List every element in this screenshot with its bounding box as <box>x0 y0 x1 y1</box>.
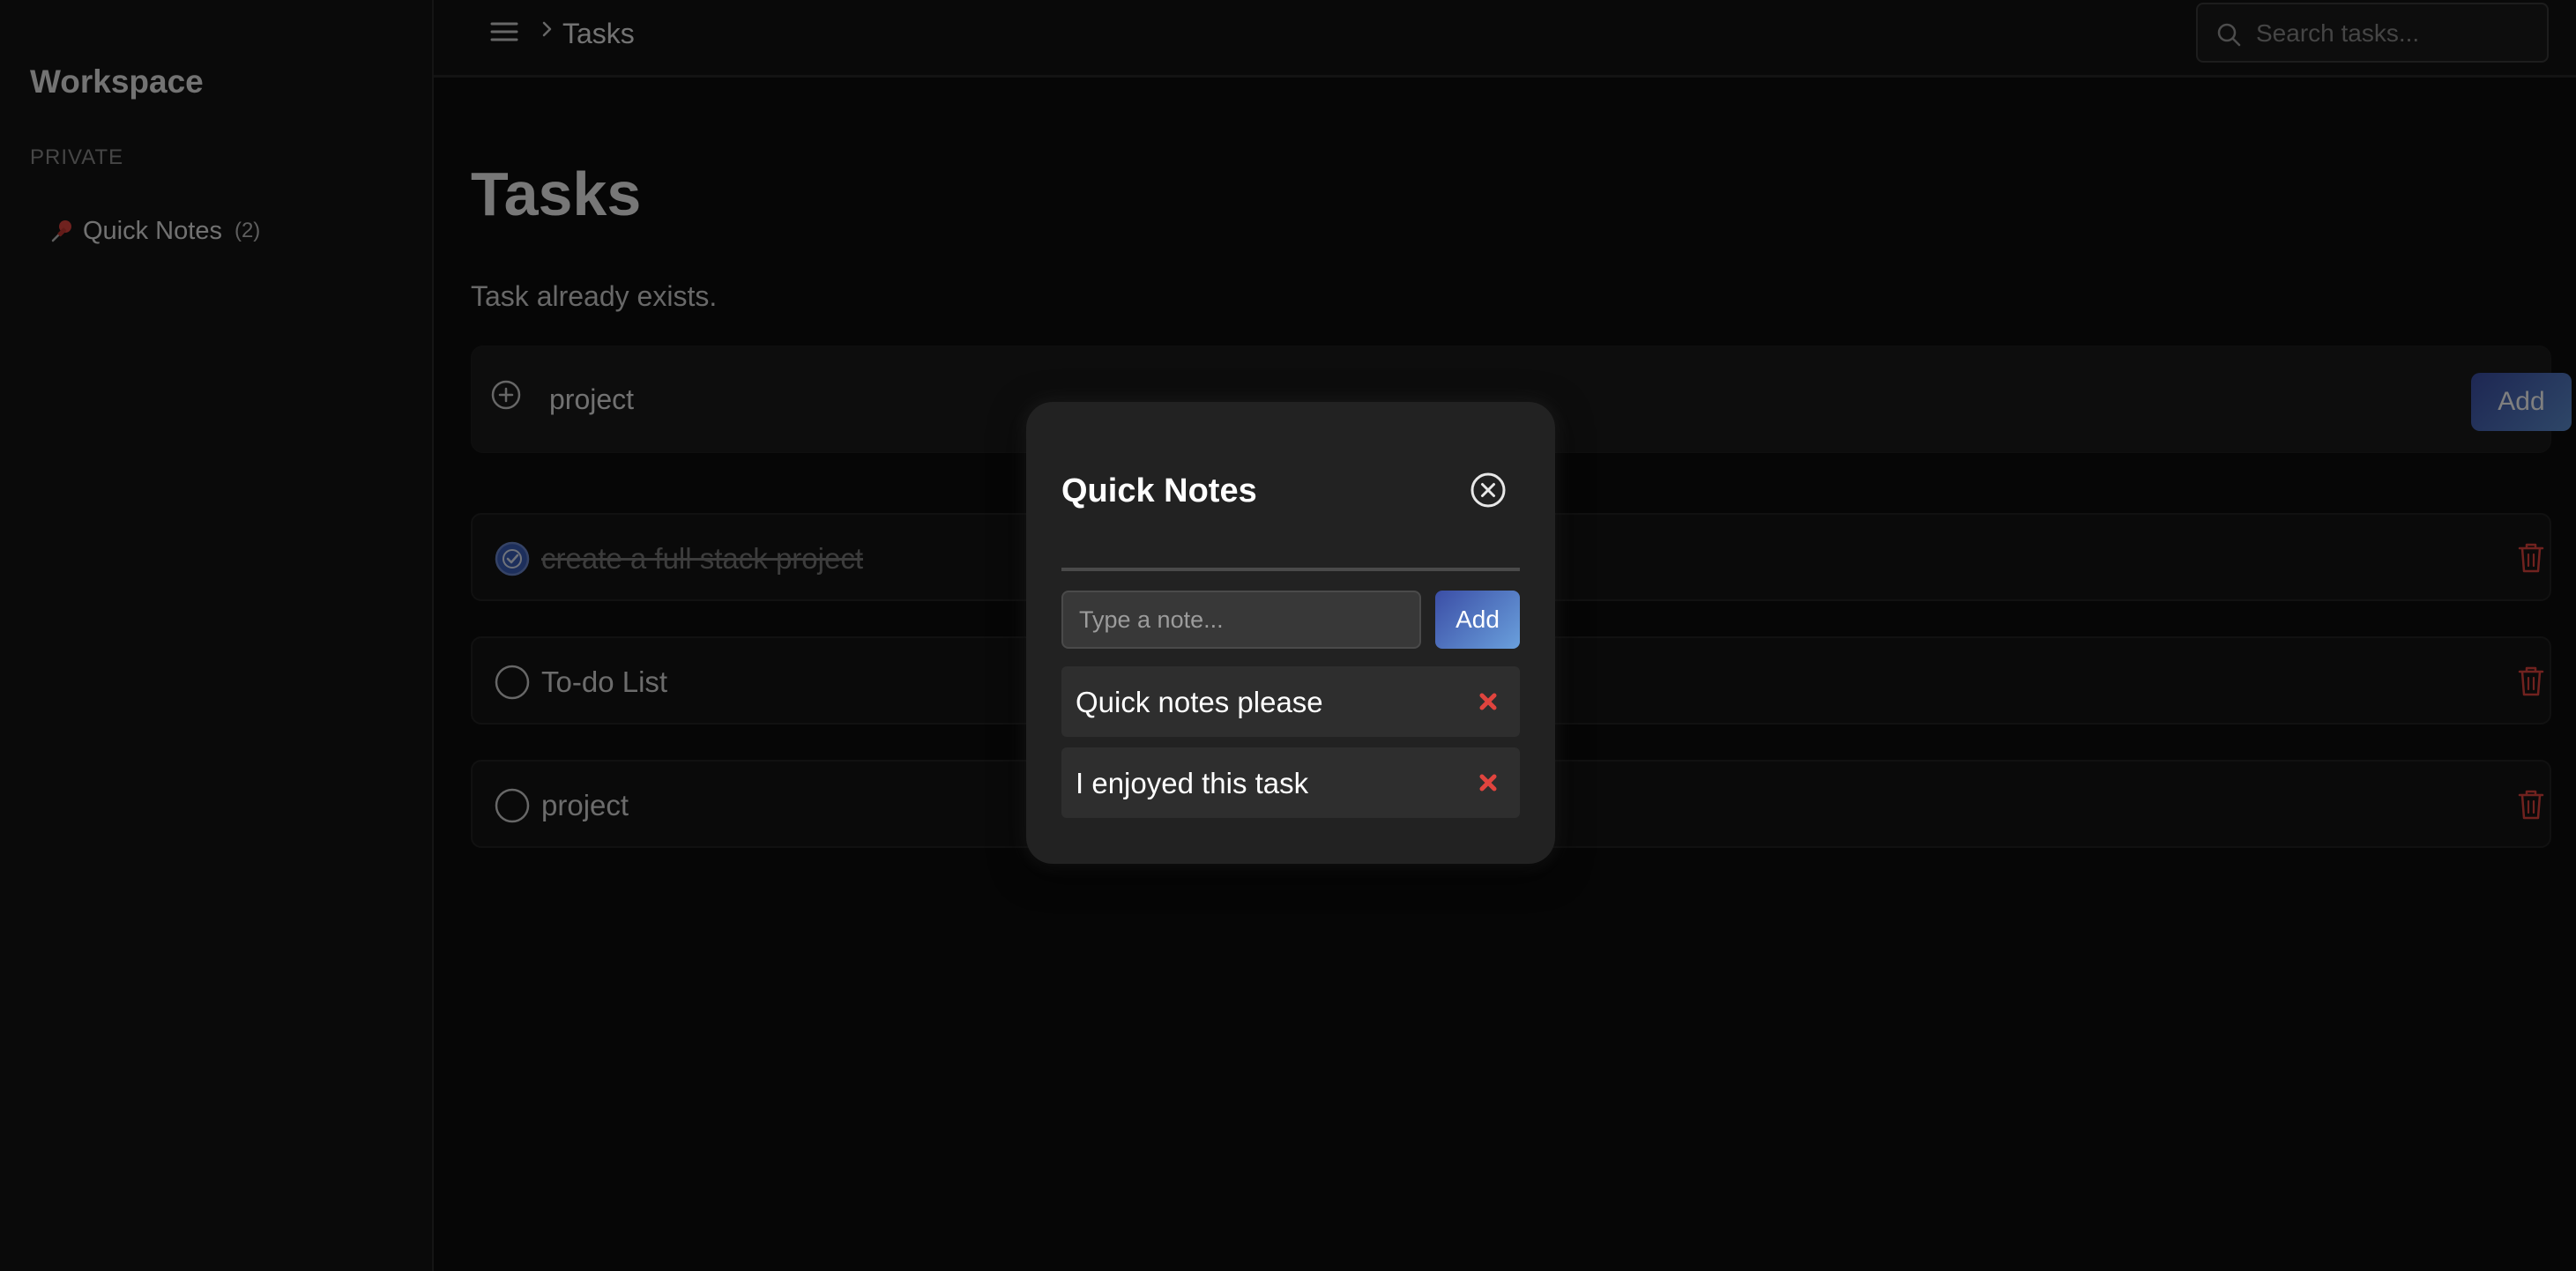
delete-x-icon[interactable] <box>1476 689 1500 714</box>
modal-divider <box>1061 568 1520 571</box>
note-item: Quick notes please <box>1061 666 1520 737</box>
add-note-button[interactable]: Add <box>1435 591 1520 649</box>
note-item: I enjoyed this task <box>1061 747 1520 818</box>
note-text: I enjoyed this task <box>1076 767 1309 799</box>
note-text: Quick notes please <box>1076 686 1323 718</box>
delete-x-icon[interactable] <box>1476 770 1500 795</box>
modal-title: Quick Notes <box>1061 472 1257 509</box>
note-input[interactable] <box>1061 591 1421 649</box>
quick-notes-modal: Quick Notes Add Quick notes please I enj… <box>1026 402 1555 864</box>
app: Workspace PRIVATE Quick Notes (2) Tasks <box>0 0 2576 1271</box>
close-icon[interactable] <box>1469 471 1508 509</box>
